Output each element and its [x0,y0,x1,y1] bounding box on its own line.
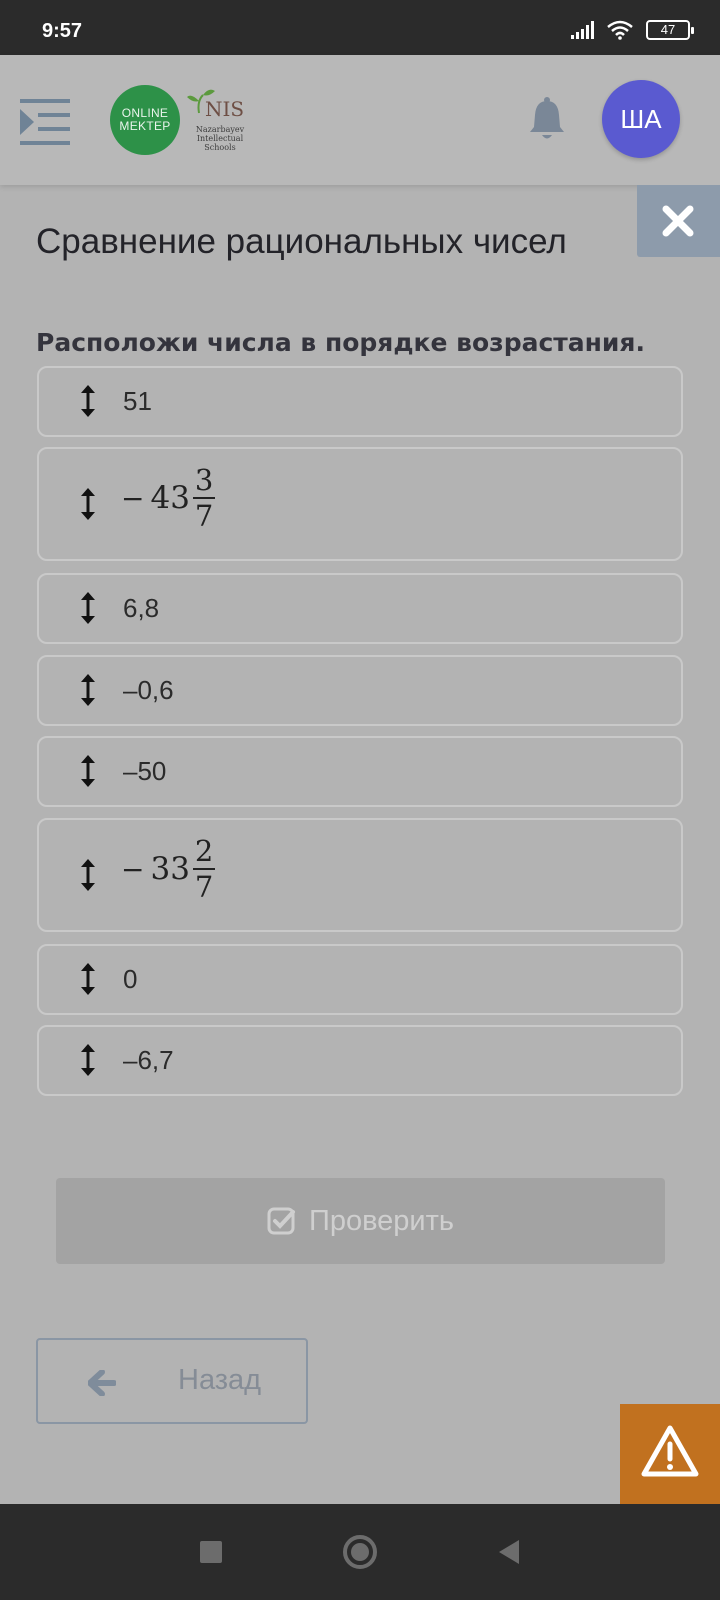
drag-handle-icon[interactable] [79,858,97,892]
nis-line1: Nazarbayev [195,125,245,134]
fraction-sign: − [121,852,145,886]
avatar[interactable]: ША [602,80,680,158]
recent-apps-icon[interactable] [193,1534,229,1570]
drag-handle-icon[interactable] [79,1043,97,1077]
fraction-sign: − [121,481,145,515]
battery-icon: 47 [646,20,694,40]
fraction-numerator: 3 [192,463,216,499]
back-button-label: Назад [178,1364,262,1396]
drag-handle-icon[interactable] [79,962,97,996]
item-value: 6,8 [123,593,160,623]
check-button[interactable]: Проверить [56,1178,665,1264]
signal-icon [571,21,594,39]
sortable-item[interactable]: 51 [37,366,683,437]
status-icons: 47 [571,20,694,40]
fraction-whole: 33 [150,851,190,887]
sortable-item[interactable]: –50 [37,736,683,807]
nis-subtitle: Nazarbayev Intellectual Schools [185,125,255,152]
item-value: –50 [123,756,167,786]
fraction: 2 7 [192,834,216,904]
logo-line2: MEKTEP [119,119,171,133]
drag-handle-icon[interactable] [79,673,97,707]
online-mektep-logo[interactable]: ONLINE MEKTEP [110,85,180,155]
item-value: –6,7 [123,1045,174,1075]
back-button[interactable]: Назад [36,1338,308,1424]
nis-title: NIS [205,97,245,121]
fraction-denominator: 7 [194,870,214,904]
navigation-bar [0,1504,720,1600]
check-square-icon [267,1207,295,1235]
drag-handle-icon[interactable] [79,754,97,788]
nis-logo: NIS Nazarbayev Intellectual Schools [185,85,255,155]
drag-handle-icon[interactable] [79,487,97,521]
mixed-fraction: − 43 3 7 [121,463,216,533]
nis-line3: Schools [204,143,236,152]
close-button[interactable] [637,185,720,257]
sortable-item[interactable]: 6,8 [37,573,683,644]
task-instruction: Расположи числа в порядке возрастания. [36,328,645,357]
drag-handle-icon[interactable] [79,384,97,418]
drag-handle-icon[interactable] [79,591,97,625]
bell-icon[interactable] [528,97,566,141]
status-bar: 9:57 47 [0,0,720,55]
item-value: 51 [123,386,152,416]
report-problem-button[interactable] [620,1404,720,1504]
fraction-numerator: 2 [192,834,216,870]
fraction: 3 7 [192,463,216,533]
app-header: ONLINE MEKTEP NIS Nazarbayev Intellectua… [0,55,720,185]
item-value: 0 [123,964,138,994]
warning-icon [641,1425,699,1477]
wifi-icon [607,20,633,40]
fraction-whole: 43 [150,480,190,516]
close-icon [662,205,694,237]
sortable-item[interactable]: –0,6 [37,655,683,726]
sortable-item[interactable]: − 43 3 7 [37,447,683,561]
page-title: Сравнение рациональных чисел [36,222,567,261]
sortable-item[interactable]: –6,7 [37,1025,683,1096]
nis-line2: Intellectual [196,134,244,143]
arrow-left-icon [88,1370,116,1396]
sortable-item[interactable]: − 33 2 7 [37,818,683,932]
check-button-label: Проверить [308,1204,455,1237]
sortable-item[interactable]: 0 [37,944,683,1015]
home-icon[interactable] [342,1534,378,1570]
menu-icon[interactable] [20,97,70,147]
status-time: 9:57 [42,20,83,42]
mixed-fraction: − 33 2 7 [121,834,216,904]
fraction-denominator: 7 [194,499,214,533]
back-nav-icon[interactable] [491,1534,527,1570]
item-value: –0,6 [123,675,174,705]
